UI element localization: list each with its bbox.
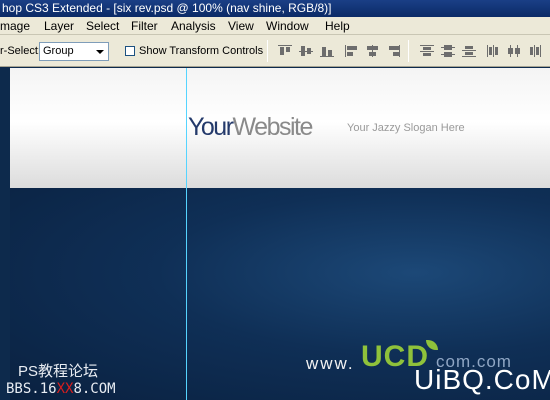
auto-select-value: Group [43, 45, 74, 57]
auto-select-dropdown[interactable]: Group [39, 42, 109, 61]
menu-item-analysis[interactable]: Analysis [171, 17, 216, 35]
distribute-vertical-centers-icon[interactable] [441, 45, 455, 57]
logo-website-text: Website [232, 113, 314, 141]
menu-item-window[interactable]: Window [266, 17, 309, 35]
vertical-guide-line[interactable] [186, 68, 187, 400]
align-vertical-centers-icon[interactable] [299, 45, 313, 57]
menu-item-layer[interactable]: Layer [44, 17, 74, 35]
distribute-horizontal-centers-icon[interactable] [508, 45, 522, 57]
document-canvas[interactable]: YourWebsite Your Jazzy Slogan Here [10, 68, 550, 400]
align-right-edges-icon[interactable] [387, 45, 401, 57]
menu-bar: mage Layer Select Filter Analysis View W… [0, 17, 550, 35]
watermark-ps-forum: PS教程论坛 [18, 363, 99, 380]
menu-item-select[interactable]: Select [86, 17, 119, 35]
distribute-right-edges-icon[interactable] [529, 45, 543, 57]
window-title-bar: hop CS3 Extended - [six rev.psd @ 100% (… [0, 0, 550, 17]
align-top-edges-icon[interactable] [278, 45, 292, 57]
show-transform-checkbox[interactable] [125, 46, 135, 56]
chevron-down-icon [96, 50, 104, 54]
window-title: hop CS3 Extended - [six rev.psd @ 100% (… [2, 1, 332, 15]
menu-item-view[interactable]: View [228, 17, 254, 35]
toolbar-divider [408, 40, 409, 62]
distribute-left-edges-icon[interactable] [487, 45, 501, 57]
watermark-www: www. [306, 354, 355, 373]
options-bar: r-Select: Group Show Transform Controls [0, 35, 550, 67]
align-horizontal-centers-icon[interactable] [366, 45, 380, 57]
show-transform-label: Show Transform Controls [139, 45, 264, 57]
align-bottom-edges-icon[interactable] [320, 45, 334, 57]
site-logo: YourWebsite [188, 112, 314, 142]
logo-your-text: Your [188, 113, 234, 141]
menu-item-help[interactable]: Help [325, 17, 350, 35]
watermark-uibq: UiBQ.CoM [414, 364, 550, 395]
distribute-top-edges-icon[interactable] [420, 45, 434, 57]
watermark-bbs-url: BBS.16XX8.COM [6, 381, 116, 397]
menu-item-image[interactable]: mage [0, 17, 30, 35]
site-slogan: Your Jazzy Slogan Here [347, 122, 465, 134]
menu-item-filter[interactable]: Filter [131, 17, 158, 35]
distribute-bottom-edges-icon[interactable] [462, 45, 476, 57]
watermark-bbs-prefix: BBS.16 [6, 381, 57, 397]
toolbar-divider [267, 40, 268, 62]
watermark-bbs-red: XX [56, 381, 74, 397]
align-left-edges-icon[interactable] [345, 45, 359, 57]
auto-select-label: r-Select: [0, 45, 41, 57]
watermark-bbs-suffix: 8.COM [73, 381, 116, 397]
